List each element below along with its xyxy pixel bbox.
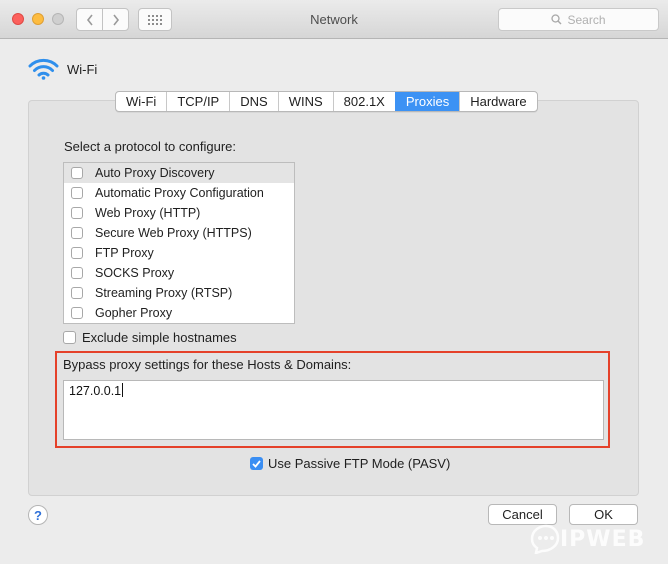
- tab-bar: Wi-Fi TCP/IP DNS WINS 802.1X Proxies Har…: [115, 91, 538, 112]
- protocol-checkbox[interactable]: [71, 267, 83, 279]
- tab-proxies[interactable]: Proxies: [394, 92, 460, 111]
- protocol-label: Gopher Proxy: [95, 306, 173, 320]
- protocol-item-socks-proxy[interactable]: SOCKS Proxy: [64, 263, 294, 283]
- protocol-checkbox[interactable]: [71, 247, 83, 259]
- protocol-checkbox[interactable]: [71, 167, 83, 179]
- bypass-label: Bypass proxy settings for these Hosts & …: [63, 357, 352, 372]
- bypass-value: 127.0.0.1: [69, 384, 122, 398]
- exclude-checkbox[interactable]: [63, 331, 76, 344]
- service-header: Wi-Fi: [28, 58, 97, 80]
- watermark-logo-icon: [530, 524, 560, 554]
- protocol-checkbox[interactable]: [71, 307, 83, 319]
- protocol-label: Auto Proxy Discovery: [95, 166, 215, 180]
- protocol-item-web-proxy[interactable]: Web Proxy (HTTP): [64, 203, 294, 223]
- title-bar: Network Search: [0, 0, 668, 39]
- protocol-label: Web Proxy (HTTP): [95, 206, 201, 220]
- checkmark-icon: [252, 459, 261, 468]
- service-name: Wi-Fi: [67, 61, 98, 77]
- watermark-text: IPWEB: [560, 526, 646, 552]
- protocol-item-ftp-proxy[interactable]: FTP Proxy: [64, 243, 294, 263]
- protocol-item-streaming-proxy[interactable]: Streaming Proxy (RTSP): [64, 283, 294, 303]
- protocol-label: Automatic Proxy Configuration: [95, 186, 264, 200]
- protocol-item-auto-proxy-discovery[interactable]: Auto Proxy Discovery: [64, 163, 294, 183]
- help-button[interactable]: ?: [28, 505, 48, 525]
- protocol-list: Auto Proxy Discovery Automatic Proxy Con…: [63, 162, 295, 324]
- exclude-simple-hostnames[interactable]: Exclude simple hostnames: [63, 330, 237, 345]
- tab-tcpip[interactable]: TCP/IP: [166, 92, 229, 111]
- protocol-item-automatic-proxy-configuration[interactable]: Automatic Proxy Configuration: [64, 183, 294, 203]
- tab-wins[interactable]: WINS: [277, 92, 333, 111]
- exclude-label: Exclude simple hostnames: [82, 330, 237, 345]
- watermark: IPWEB: [528, 524, 645, 554]
- ok-button[interactable]: OK: [569, 504, 638, 525]
- protocol-item-gopher-proxy[interactable]: Gopher Proxy: [64, 303, 294, 323]
- protocol-item-secure-web-proxy[interactable]: Secure Web Proxy (HTTPS): [64, 223, 294, 243]
- bypass-hosts-field[interactable]: 127.0.0.1: [63, 380, 604, 440]
- tab-wifi[interactable]: Wi-Fi: [116, 92, 166, 111]
- protocol-checkbox[interactable]: [71, 207, 83, 219]
- search-icon: [551, 14, 562, 25]
- pasv-label: Use Passive FTP Mode (PASV): [268, 456, 451, 471]
- wifi-icon: [28, 58, 59, 80]
- protocol-checkbox[interactable]: [71, 227, 83, 239]
- protocol-checkbox[interactable]: [71, 187, 83, 199]
- tab-dns[interactable]: DNS: [229, 92, 277, 111]
- protocol-label: Streaming Proxy (RTSP): [95, 286, 233, 300]
- tab-hardware[interactable]: Hardware: [459, 92, 536, 111]
- protocol-label: FTP Proxy: [95, 246, 154, 260]
- protocol-label: SOCKS Proxy: [95, 266, 175, 280]
- tab-8021x[interactable]: 802.1X: [332, 92, 395, 111]
- pasv-checkbox[interactable]: [250, 457, 263, 470]
- search-input[interactable]: Search: [498, 8, 659, 31]
- cancel-button[interactable]: Cancel: [488, 504, 557, 525]
- passive-ftp-option[interactable]: Use Passive FTP Mode (PASV): [250, 456, 450, 471]
- search-placeholder: Search: [567, 12, 606, 27]
- protocol-checkbox[interactable]: [71, 287, 83, 299]
- protocol-label: Secure Web Proxy (HTTPS): [95, 226, 252, 240]
- text-caret: [122, 383, 124, 397]
- protocol-list-label: Select a protocol to configure:: [64, 139, 236, 154]
